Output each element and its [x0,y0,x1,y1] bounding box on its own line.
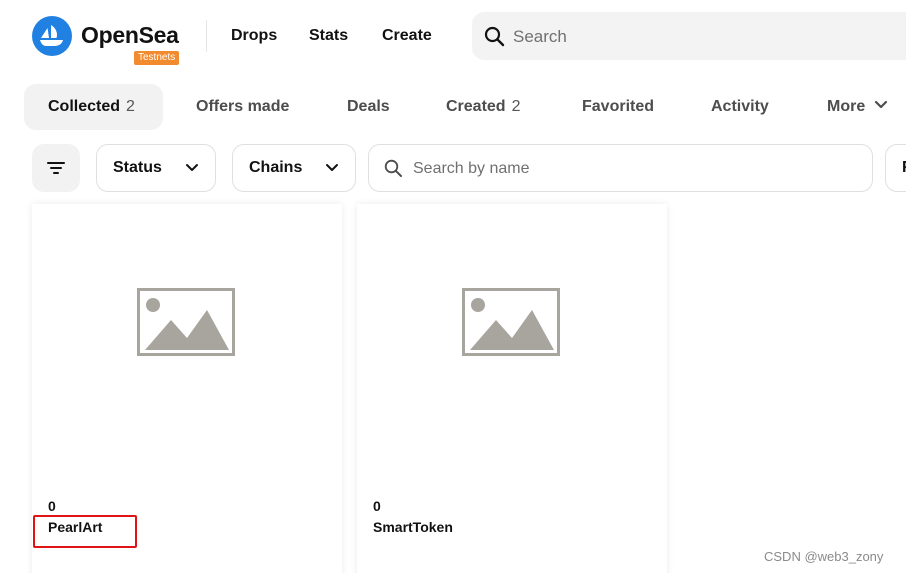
card-price: 0 [373,498,381,514]
tab-deals[interactable]: Deals [347,84,390,130]
testnets-badge: Testnets [134,51,180,65]
filter-icon [47,162,65,174]
chevron-down-icon [186,164,198,171]
header-divider [206,20,207,52]
tab-collected-count: 2 [126,98,135,115]
extra-filter-dropdown[interactable]: F [885,144,906,192]
nav-drops-link[interactable]: Drops [231,27,277,45]
filter-toggle-button[interactable] [32,144,80,192]
tab-activity[interactable]: Activity [711,84,769,130]
tab-more-label: More [827,98,866,115]
extra-filter-label: F [902,159,906,177]
search-icon [384,159,402,177]
chains-dropdown[interactable]: Chains [232,144,356,192]
tab-deals-label: Deals [347,98,390,115]
chevron-down-icon [874,101,887,109]
tab-activity-label: Activity [711,98,769,115]
tab-offers-made[interactable]: Offers made [196,84,289,130]
nav-stats-link[interactable]: Stats [309,27,348,45]
chains-dropdown-label: Chains [249,159,303,176]
nft-card[interactable]: 0 SmartToken [357,204,667,573]
tab-created-label: Created [446,98,506,115]
tab-created-count: 2 [511,98,521,115]
status-dropdown[interactable]: Status [96,144,216,192]
global-search-input[interactable]: Search [472,12,906,60]
chevron-down-icon [326,164,338,171]
brand-name[interactable]: OpenSea [81,22,179,49]
tab-offers-made-label: Offers made [196,98,290,115]
tab-favorited[interactable]: Favorited [582,84,654,130]
top-header: OpenSea Testnets Drops Stats Create Sear… [0,0,906,76]
image-placeholder-icon [137,288,235,356]
tab-more[interactable]: More [827,84,888,130]
global-search-placeholder: Search [513,27,567,46]
nav-create-link[interactable]: Create [382,27,432,45]
search-by-name-placeholder: Search by name [413,160,530,177]
image-placeholder-icon [462,288,560,356]
search-icon [484,26,505,47]
card-price: 0 [48,498,56,514]
tab-collected[interactable]: Collected 2 [24,84,163,130]
status-dropdown-label: Status [113,159,162,176]
opensea-logo-icon[interactable] [32,16,72,56]
watermark-text: CSDN @web3_zony [764,549,884,564]
tab-collected-label: Collected [48,98,121,115]
tab-favorited-label: Favorited [582,98,655,115]
card-name[interactable]: SmartToken [373,519,453,535]
search-by-name-input[interactable]: Search by name [368,144,873,192]
annotation-highlight-box [33,515,137,548]
tab-created[interactable]: Created 2 [446,84,520,130]
